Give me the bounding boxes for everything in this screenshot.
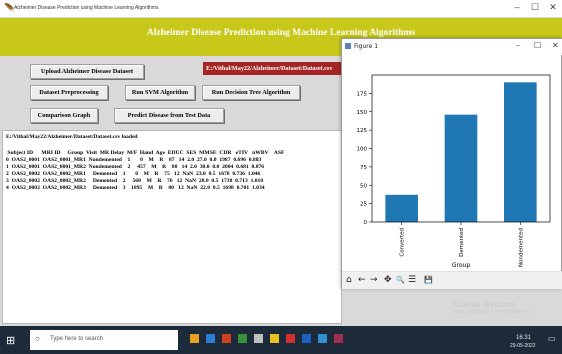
watermark-line2: Go to Settings to activate Windows. [452,309,531,315]
figure-minimize-button[interactable]: – [516,41,520,50]
zoom-icon[interactable]: 🔍 [396,276,405,284]
output-line: 4 OAS2_0002 OAS2_0002_MR3 Demented 3 189… [6,185,265,191]
taskbar: ⊞ ○ Type here to search 16:31 29-05-2022… [0,326,562,354]
clock-time[interactable]: 16:31 [516,335,531,341]
bar [504,82,537,222]
output-textarea[interactable]: E:/Vithal/May22/Alzheimer/Dataset/Datase… [2,130,342,324]
figure-title: Figure 1 [354,43,379,50]
dataset-path-field[interactable]: E:/Vithal/May22/Alzheimer/Dataset/Datase… [203,62,345,75]
app-icon[interactable] [190,334,199,343]
clock-date[interactable]: 29-05-2022 [510,343,536,349]
y-tick-label: 25 [360,202,367,208]
app-icon[interactable] [238,334,247,343]
dataset-preprocessing-button[interactable]: Dataset Preprocessing [30,85,108,100]
bar-chart: 0 25 50 75 100 125 150 175 Converted Demented Nond… [357,74,551,269]
minimize-button[interactable]: – [510,2,524,12]
search-placeholder: Type here to search [50,336,104,342]
output-line: 2 OAS2_0002 OAS2_0002_MR1 Demented 1 0 M… [6,171,261,177]
figure-window: Figure 1 – ☐ ✕ 0 25 50 75 100 125 150 175 Conver… [341,38,562,289]
windows-start-icon[interactable]: ⊞ [6,334,15,347]
app-icon[interactable] [254,334,263,343]
maximize-button[interactable]: ☐ [528,2,542,13]
app-icon[interactable] [222,334,231,343]
app-icon[interactable] [206,334,215,343]
x-tick-label: Converted [400,228,406,257]
x-axis-label: Group [452,262,470,269]
back-arrow-icon[interactable]: ← [358,275,366,285]
y-tick-label: 50 [360,183,367,189]
y-tick-label: 0 [364,220,368,226]
taskbar-pinned-apps [190,334,420,346]
comparison-graph-button[interactable]: Comparison Graph [30,108,98,123]
y-tick-label: 125 [357,128,368,134]
figure-titlebar: Figure 1 – ☐ ✕ [342,39,562,55]
figure-close-button[interactable]: ✕ [552,41,559,50]
output-line: 1 OAS2_0001 OAS2_0001_MR2 Nondemented 2 … [6,164,265,170]
output-header-line: Subject ID MRI ID Group Visit MR Delay M… [6,150,285,156]
y-tick-label: 100 [357,147,368,153]
figure-maximize-button[interactable]: ☐ [534,41,541,50]
app-icon[interactable] [302,334,311,343]
window-titlebar: 🪶 Alzheimer Disease Prediction using Mac… [0,0,562,18]
output-line: E:/Vithal/May22/Alzheimer/Dataset/Datase… [6,134,138,140]
figure-toolbar: ⌂ ← → ✥ 🔍 ☰ 💾 [342,271,562,289]
output-line: 0 OAS2_0001 OAS2_0001_MR1 Nondemented 1 … [6,157,262,163]
taskbar-search-box[interactable]: ○ Type here to search [30,330,178,350]
y-tick-label: 150 [357,110,368,116]
configure-subplots-icon[interactable]: ☰ [408,275,416,285]
window-title: Alzheimer Disease Prediction using Machi… [14,5,159,11]
pan-icon[interactable]: ✥ [384,275,392,285]
run-decision-tree-button[interactable]: Run Decision Tree Algorithm [202,85,300,100]
banner-title: Alzheimer Disease Prediction using Machi… [146,28,416,38]
y-tick-label: 75 [360,165,367,171]
x-tick-label: Nondemented [518,228,524,267]
x-tick-label: Demented [459,228,465,257]
figure-app-icon [345,43,351,49]
bar [444,114,478,222]
activate-windows-watermark: Activate Windows Go to Settings to activ… [452,300,531,315]
search-icon: ○ [35,334,40,343]
home-icon[interactable]: ⌂ [346,275,352,285]
app-icon[interactable] [270,334,279,343]
app-icon[interactable] [318,334,327,343]
close-button[interactable]: ✕ [546,2,560,13]
watermark-line1: Activate Windows [452,300,516,309]
output-line: 3 OAS2_0002 OAS2_0002_MR2 Demented 2 560… [6,178,264,184]
app-icon[interactable] [334,334,343,343]
run-svm-button[interactable]: Run SVM Algorithm [125,85,195,100]
bar [385,194,418,222]
forward-arrow-icon[interactable]: → [370,275,378,285]
save-icon[interactable]: 💾 [424,276,433,284]
upload-dataset-button[interactable]: Upload Alzheimer Disease Dataset [30,64,144,79]
notifications-icon[interactable]: ▭ [548,334,556,343]
predict-disease-button[interactable]: Predict Disease from Test Data [114,108,224,123]
app-icon[interactable] [286,334,295,343]
y-tick-label: 175 [357,91,368,97]
